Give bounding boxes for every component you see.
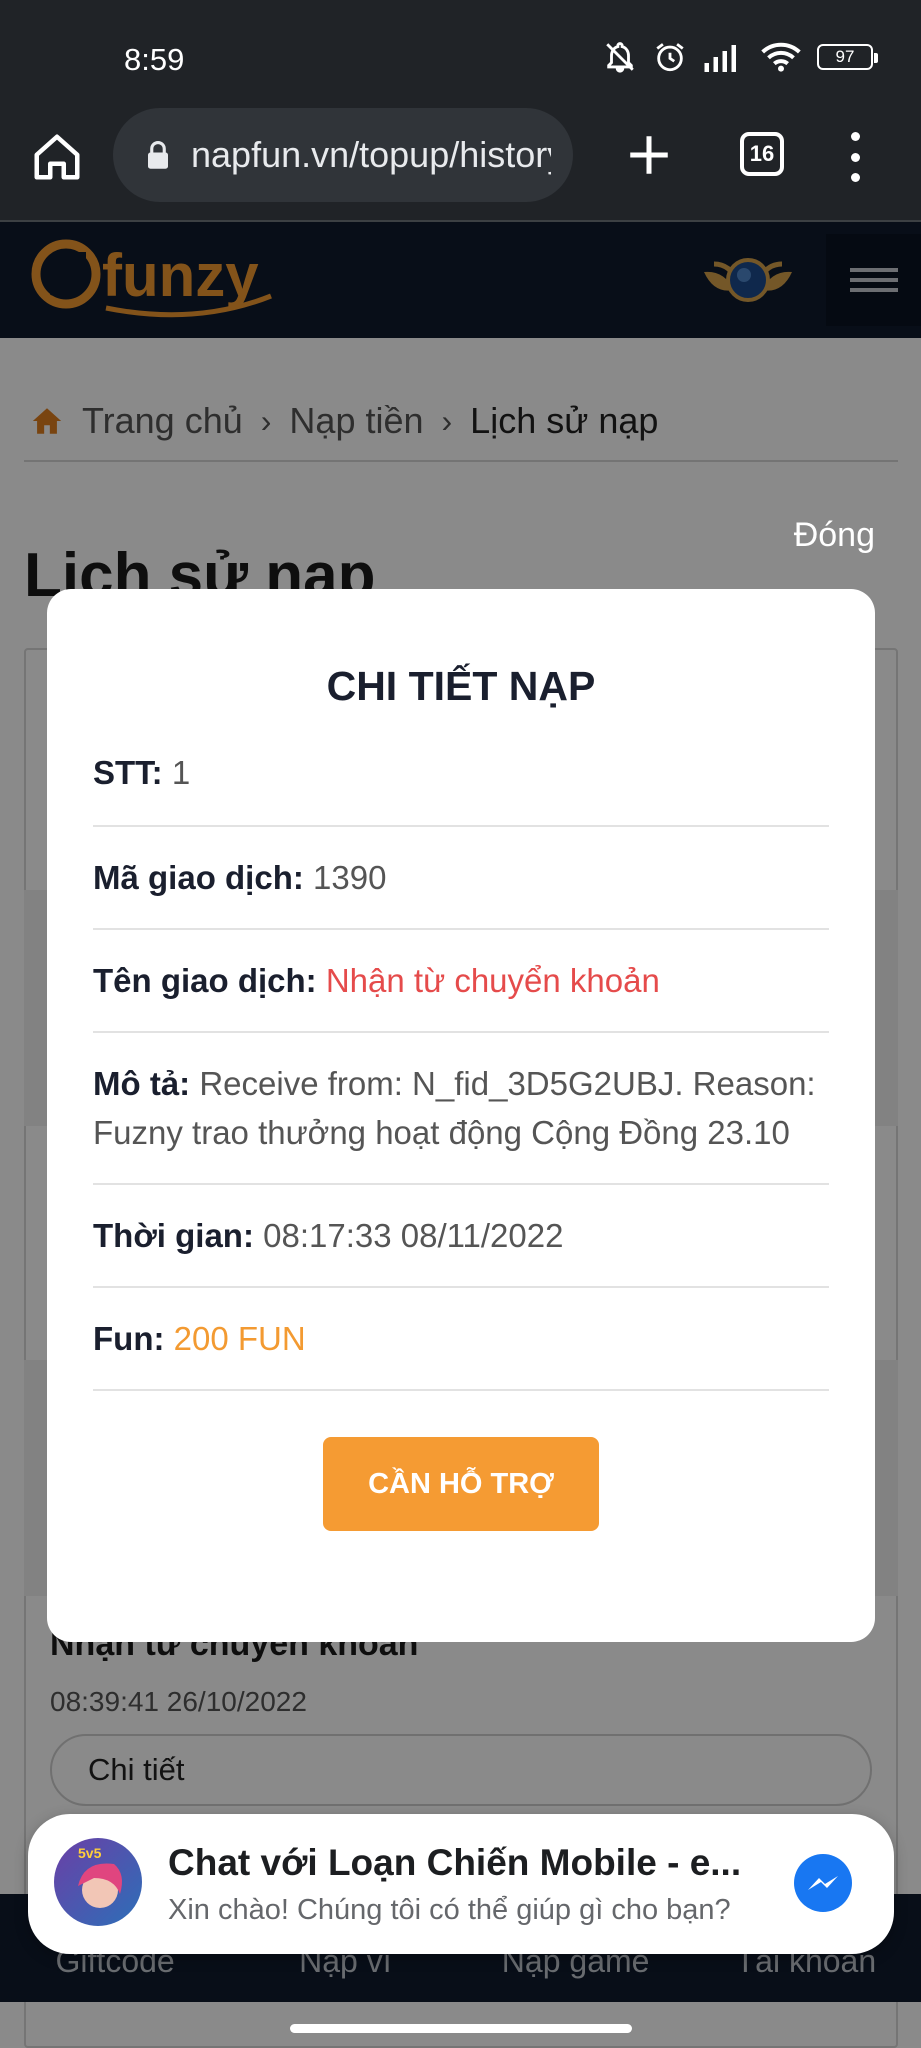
description-value: Receive from: N_fid_3D5G2UBJ. Reason: Fu…	[93, 1065, 816, 1151]
fun-value: 200 FUN	[173, 1320, 306, 1357]
messenger-icon[interactable]	[794, 1854, 852, 1912]
close-modal-link[interactable]: Đóng	[794, 516, 875, 555]
stt-label: STT:	[93, 754, 163, 791]
new-tab-icon[interactable]	[624, 130, 674, 180]
avatar-badge: 5v5	[78, 1845, 102, 1861]
detail-row-stt: STT: 1	[93, 748, 829, 827]
transaction-name-value: Nhận từ chuyển khoản	[325, 962, 660, 999]
battery-icon: 97	[817, 44, 878, 70]
more-menu-icon[interactable]	[840, 132, 870, 182]
lock-icon	[148, 140, 168, 169]
home-indicator[interactable]	[290, 2024, 632, 2033]
status-time: 8:59	[124, 42, 185, 77]
status-icons: 97	[603, 40, 878, 74]
transaction-code-label: Mã giao dịch:	[93, 859, 304, 896]
need-support-button[interactable]: CẦN HỖ TRỢ	[323, 1437, 599, 1531]
home-icon[interactable]	[30, 130, 84, 184]
detail-row-time: Thời gian: 08:17:33 08/11/2022	[93, 1185, 829, 1288]
url-text: napfun.vn/topup/history	[191, 134, 551, 175]
time-label: Thời gian:	[93, 1217, 254, 1254]
transaction-code-value: 1390	[313, 859, 387, 896]
alarm-icon	[656, 43, 684, 72]
topup-detail-modal: CHI TIẾT NẠP STT: 1 Mã giao dịch: 1390 T…	[47, 589, 875, 1642]
chat-subtitle: Xin chào! Chúng tôi có thể giúp gì cho b…	[168, 1894, 731, 1926]
address-bar[interactable]: napfun.vn/topup/history	[113, 108, 573, 202]
time-value: 08:17:33 08/11/2022	[263, 1217, 564, 1254]
description-label: Mô tả:	[93, 1065, 191, 1102]
wifi-icon	[761, 42, 801, 72]
signal-icon	[704, 45, 736, 72]
detail-row-transaction-code: Mã giao dịch: 1390	[93, 827, 829, 930]
fun-label: Fun:	[93, 1320, 165, 1357]
modal-title: CHI TIẾT NẠP	[326, 663, 596, 709]
browser-toolbar: napfun.vn/topup/history 16	[0, 108, 921, 220]
stt-value: 1	[171, 754, 191, 791]
chat-title: Chat với Loạn Chiến Mobile - e...	[168, 1842, 742, 1883]
detail-row-fun: Fun: 200 FUN	[93, 1288, 829, 1391]
detail-row-description: Mô tả: Receive from: N_fid_3D5G2UBJ. Rea…	[93, 1033, 829, 1185]
detail-row-transaction-name: Tên giao dịch: Nhận từ chuyển khoản	[93, 930, 829, 1033]
transaction-name-label: Tên giao dịch:	[93, 962, 317, 999]
bell-off-icon	[606, 42, 634, 73]
chat-avatar: 5v5	[54, 1838, 142, 1926]
messenger-chat-widget[interactable]: 5v5 Chat với Loạn Chiến Mobile - e... Xi…	[28, 1814, 894, 1954]
tab-switcher-button[interactable]: 16	[740, 132, 784, 176]
status-bar: 8:59 97	[0, 0, 921, 108]
